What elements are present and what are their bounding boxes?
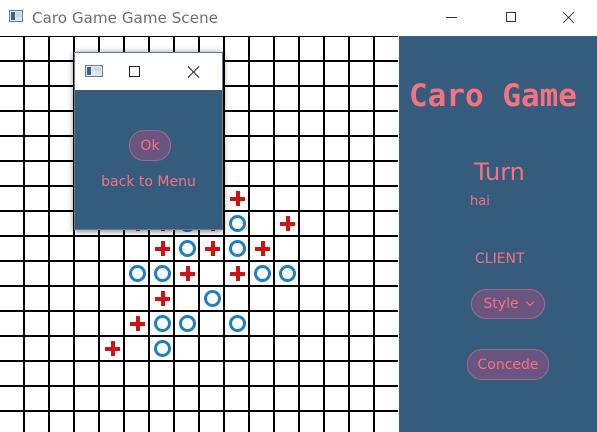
sidebar-panel: Caro Game Turn hai CLIENT Style Concede <box>399 36 597 432</box>
o-mark-icon <box>229 315 246 332</box>
o-mark-icon <box>154 315 171 332</box>
board-cell[interactable] <box>100 336 125 361</box>
board-cell[interactable] <box>275 211 300 236</box>
x-mark-icon <box>205 241 220 256</box>
o-mark-icon <box>179 240 196 257</box>
x-mark-icon <box>155 241 170 256</box>
board-cell[interactable] <box>125 261 150 286</box>
current-player-name: hai <box>470 194 490 209</box>
board-cell[interactable] <box>250 236 275 261</box>
x-mark-icon <box>155 291 170 306</box>
board-cell[interactable] <box>150 311 175 336</box>
board-cell[interactable] <box>175 261 200 286</box>
style-dropdown-label: Style <box>483 296 519 312</box>
back-to-menu-link[interactable]: back to Menu <box>75 174 222 190</box>
dialog-app-icon <box>85 65 103 77</box>
board-cell[interactable] <box>225 211 250 236</box>
close-button[interactable] <box>546 0 592 34</box>
board-cell[interactable] <box>225 186 250 211</box>
concede-button[interactable]: Concede <box>467 349 549 380</box>
board-cell[interactable] <box>225 236 250 261</box>
ok-button[interactable]: Ok <box>129 130 171 161</box>
x-mark-icon <box>130 316 145 331</box>
turn-label: Turn <box>474 158 525 186</box>
board-cell[interactable] <box>150 236 175 261</box>
o-mark-icon <box>229 215 246 232</box>
o-mark-icon <box>154 340 171 357</box>
board-cell[interactable] <box>200 236 225 261</box>
concede-button-label: Concede <box>477 356 539 373</box>
o-mark-icon <box>154 265 171 282</box>
game-title: Caro Game <box>409 78 577 114</box>
maximize-icon <box>506 12 516 22</box>
close-icon <box>563 11 575 23</box>
board-cell[interactable] <box>275 261 300 286</box>
dialog-title-bar[interactable] <box>75 53 222 90</box>
board-cell[interactable] <box>225 311 250 336</box>
maximize-button[interactable] <box>488 0 534 34</box>
o-mark-icon <box>279 265 296 282</box>
dialog-maximize-button[interactable] <box>129 66 140 77</box>
x-mark-icon <box>105 341 120 356</box>
ok-button-label: Ok <box>140 137 160 154</box>
game-over-dialog: Ok back to Menu <box>74 52 223 230</box>
style-dropdown[interactable]: Style <box>471 289 545 319</box>
chevron-down-icon <box>525 297 534 307</box>
board-cell[interactable] <box>150 286 175 311</box>
board-cell[interactable] <box>225 261 250 286</box>
o-mark-icon <box>229 240 246 257</box>
o-mark-icon <box>204 290 221 307</box>
o-mark-icon <box>254 265 271 282</box>
dialog-close-button[interactable] <box>187 65 200 78</box>
board-cell[interactable] <box>175 311 200 336</box>
window-title-bar[interactable]: Caro Game Game Scene <box>0 0 597 36</box>
x-mark-icon <box>180 266 195 281</box>
connection-role: CLIENT <box>475 251 525 267</box>
x-mark-icon <box>280 216 295 231</box>
x-mark-icon <box>230 191 245 206</box>
window-title: Caro Game Game Scene <box>32 9 219 27</box>
o-mark-icon <box>179 315 196 332</box>
minimize-icon <box>445 16 457 18</box>
board-cell[interactable] <box>175 236 200 261</box>
o-mark-icon <box>129 265 146 282</box>
board-cell[interactable] <box>125 311 150 336</box>
app-icon <box>9 10 23 22</box>
minimize-button[interactable] <box>428 0 474 34</box>
board-cell[interactable] <box>200 286 225 311</box>
board-cell[interactable] <box>150 336 175 361</box>
x-mark-icon <box>255 241 270 256</box>
board-cell[interactable] <box>250 261 275 286</box>
board-cell[interactable] <box>150 261 175 286</box>
x-mark-icon <box>230 266 245 281</box>
